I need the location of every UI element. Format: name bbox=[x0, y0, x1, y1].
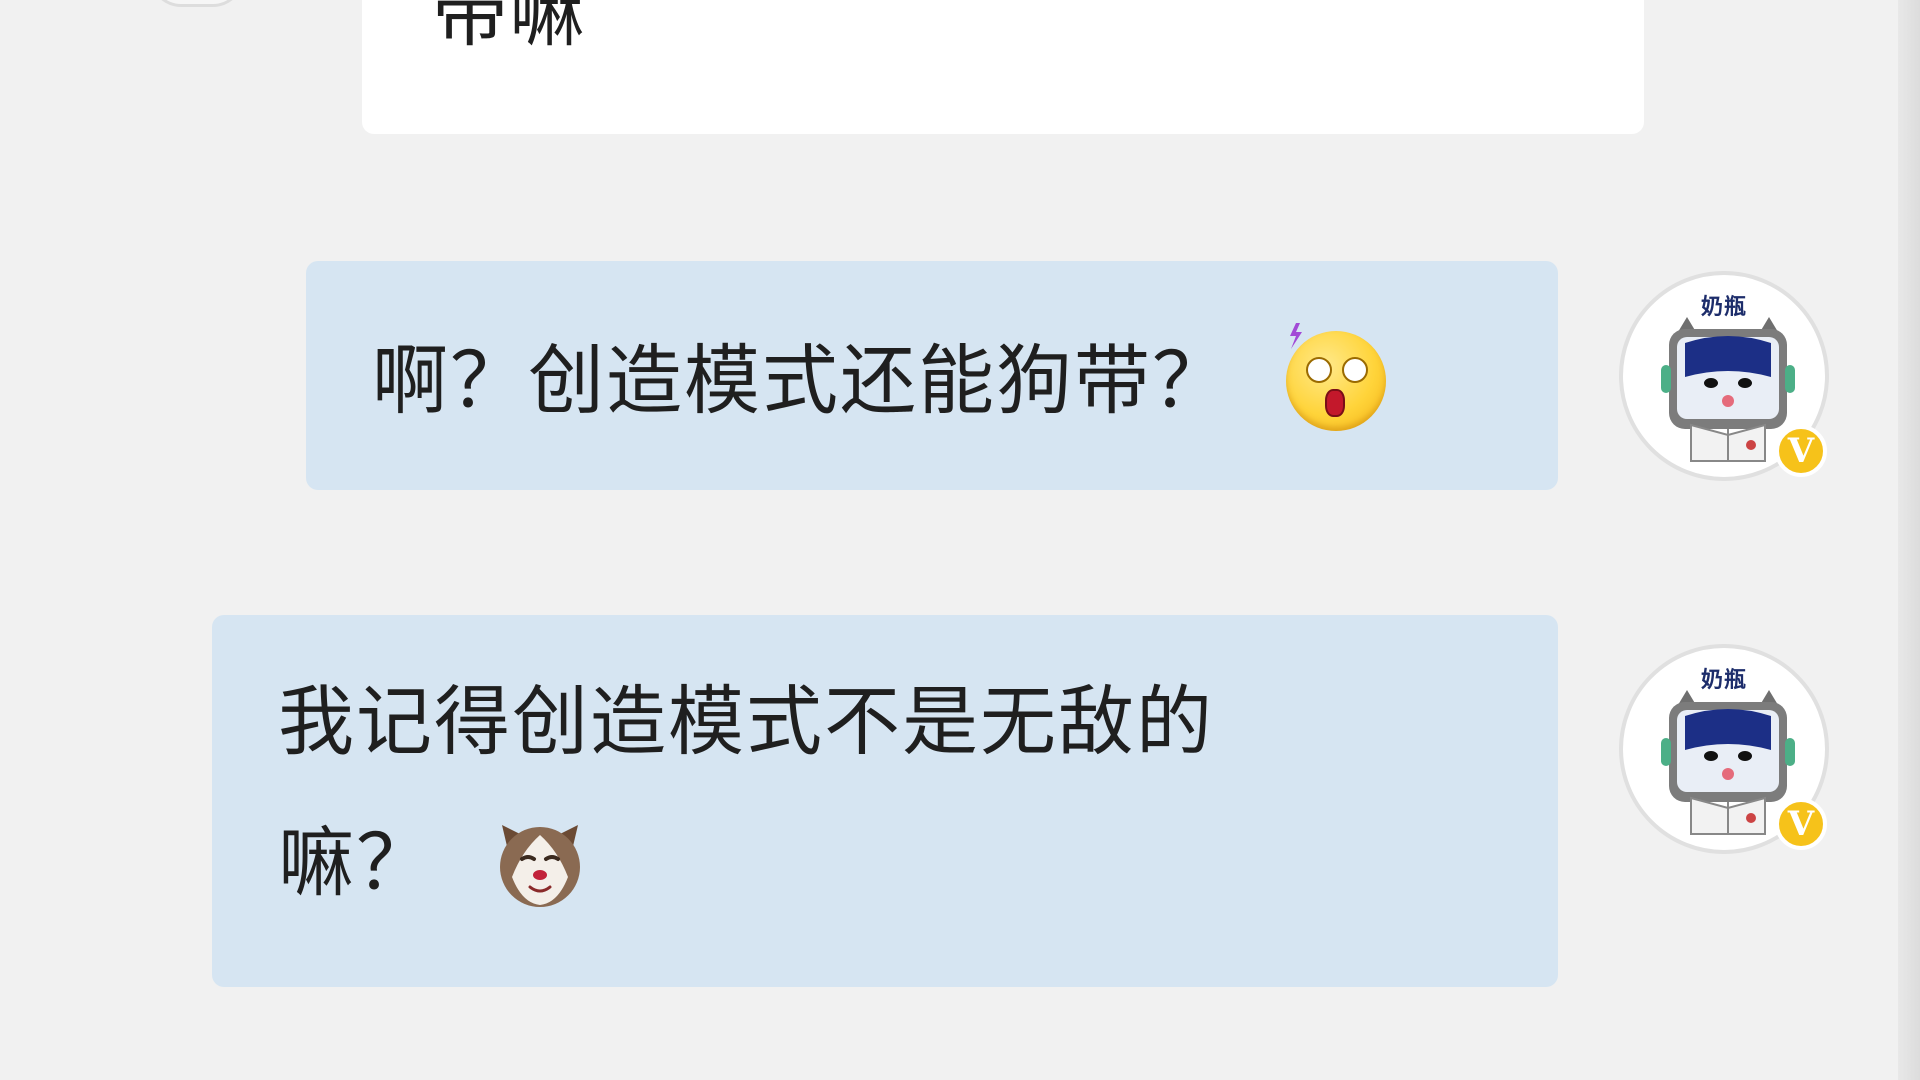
outgoing-message-bubble[interactable]: 啊？创造模式还能狗带？ bbox=[306, 261, 1558, 490]
emoji-mouth bbox=[1325, 389, 1345, 417]
message-text: 啊？创造模式还能狗带？ bbox=[372, 336, 1230, 425]
sender-avatar[interactable]: 奶瓶 V bbox=[1619, 271, 1829, 481]
chat-area[interactable]: 带嘛 啊？创造模式还能狗带？ 奶瓶 V 我记得创造模式不是无敌的 嘛？ 奶瓶 V bbox=[0, 0, 1898, 1080]
sender-avatar[interactable]: 奶瓶 V bbox=[1619, 644, 1829, 854]
shocked-face-icon bbox=[1286, 323, 1386, 431]
message-line: 啊？创造模式还能狗带？ bbox=[372, 323, 1386, 431]
scroll-edge bbox=[1898, 0, 1920, 1080]
incoming-message-bubble[interactable]: 带嘛 bbox=[362, 0, 1644, 134]
outgoing-message-bubble[interactable]: 我记得创造模式不是无敌的 嘛？ bbox=[212, 615, 1558, 987]
emoji-eye bbox=[1342, 357, 1368, 383]
emoji-eye bbox=[1306, 357, 1332, 383]
husky-dog-icon bbox=[500, 825, 580, 907]
message-text: 我记得创造模式不是无敌的 bbox=[278, 677, 1214, 766]
verified-badge: V bbox=[1775, 425, 1827, 477]
message-line: 我记得创造模式不是无敌的 bbox=[278, 677, 1214, 767]
message-text: 嘛？ bbox=[278, 818, 434, 907]
verified-badge: V bbox=[1775, 798, 1827, 850]
message-line: 嘛？ bbox=[278, 815, 588, 911]
incoming-message-text: 带嘛 bbox=[432, 0, 586, 57]
sparkle-icon bbox=[1290, 323, 1302, 349]
previous-sender-avatar[interactable] bbox=[150, 0, 244, 7]
